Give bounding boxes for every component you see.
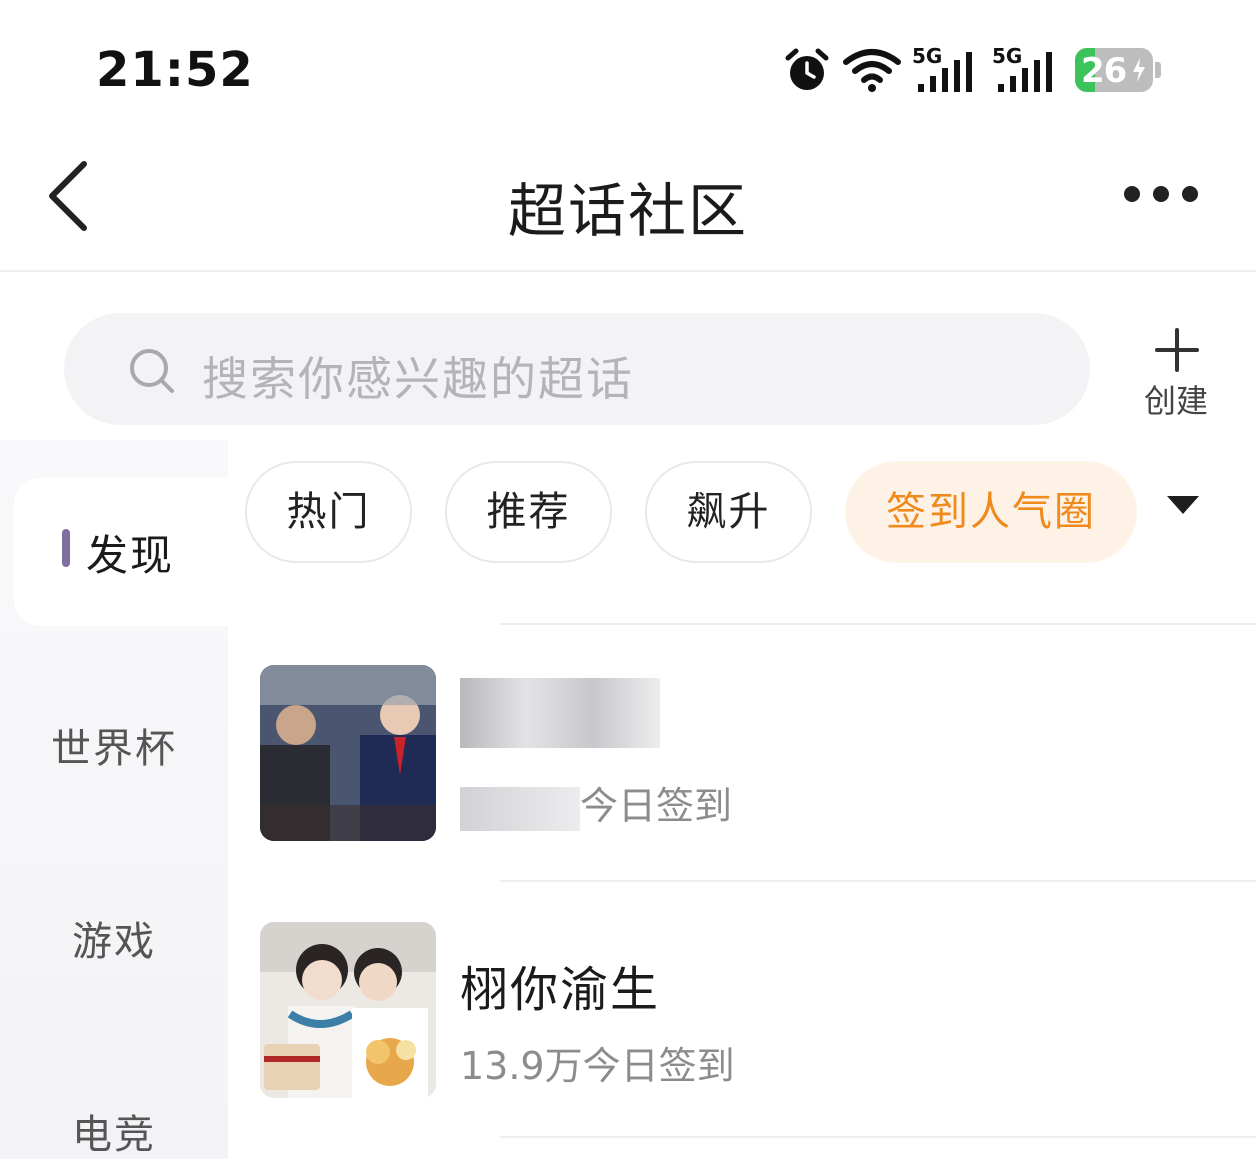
signal-5g-icon: 5G (912, 44, 982, 94)
create-label: 创建 (1143, 382, 1208, 420)
divider (500, 1136, 1256, 1138)
alarm-icon (785, 48, 829, 90)
search-placeholder: 搜索你感兴趣的超话 (202, 352, 634, 406)
nav-header: 超话社区 (0, 130, 1256, 272)
search-input[interactable]: 搜索你感兴趣的超话 (64, 313, 1090, 425)
battery-tip (1155, 62, 1161, 78)
status-bar: 21:52 5G 5G 26 (0, 0, 1256, 130)
topic-checkins: 今日签到 (460, 775, 732, 831)
sidebar-item-label: 发现 (86, 531, 175, 580)
redacted-count (460, 786, 580, 831)
tab-hot[interactable]: 热门 (245, 461, 412, 563)
battery-charging-icon: 26 (1075, 48, 1153, 92)
topic-thumbnail (260, 922, 436, 1098)
status-time: 21:52 (96, 42, 254, 98)
search-icon (130, 349, 174, 393)
topic-name: 栩你渝生 (460, 962, 661, 1018)
signal-5g-icon: 5G (992, 44, 1062, 94)
create-button[interactable]: 创建 (1132, 326, 1220, 422)
sidebar-item-worldcup[interactable]: 世界杯 (0, 716, 228, 774)
wifi-icon (843, 49, 901, 92)
divider (500, 880, 1256, 882)
caret-down-icon[interactable] (1167, 496, 1199, 514)
sidebar-item-discover[interactable]: 发现 (14, 478, 229, 626)
tab-recommend[interactable]: 推荐 (445, 461, 612, 563)
topic-image (260, 922, 436, 1098)
sidebar-item-games[interactable]: 游戏 (0, 909, 228, 967)
divider (500, 623, 1256, 625)
tab-checkin-popular[interactable]: 签到人气圈 (845, 461, 1137, 563)
redacted-name (460, 678, 660, 748)
page-title: 超话社区 (507, 177, 748, 245)
more-horizontal-icon[interactable] (1118, 182, 1204, 208)
tab-rising[interactable]: 飙升 (645, 461, 812, 563)
topic-checkins: 13.9万今日签到 (460, 1044, 735, 1088)
sidebar-item-esports[interactable]: 电竞 (0, 1102, 228, 1160)
active-indicator (62, 529, 70, 567)
plus-icon (1155, 328, 1199, 372)
topic-image (260, 665, 436, 841)
topic-thumbnail (260, 665, 436, 841)
